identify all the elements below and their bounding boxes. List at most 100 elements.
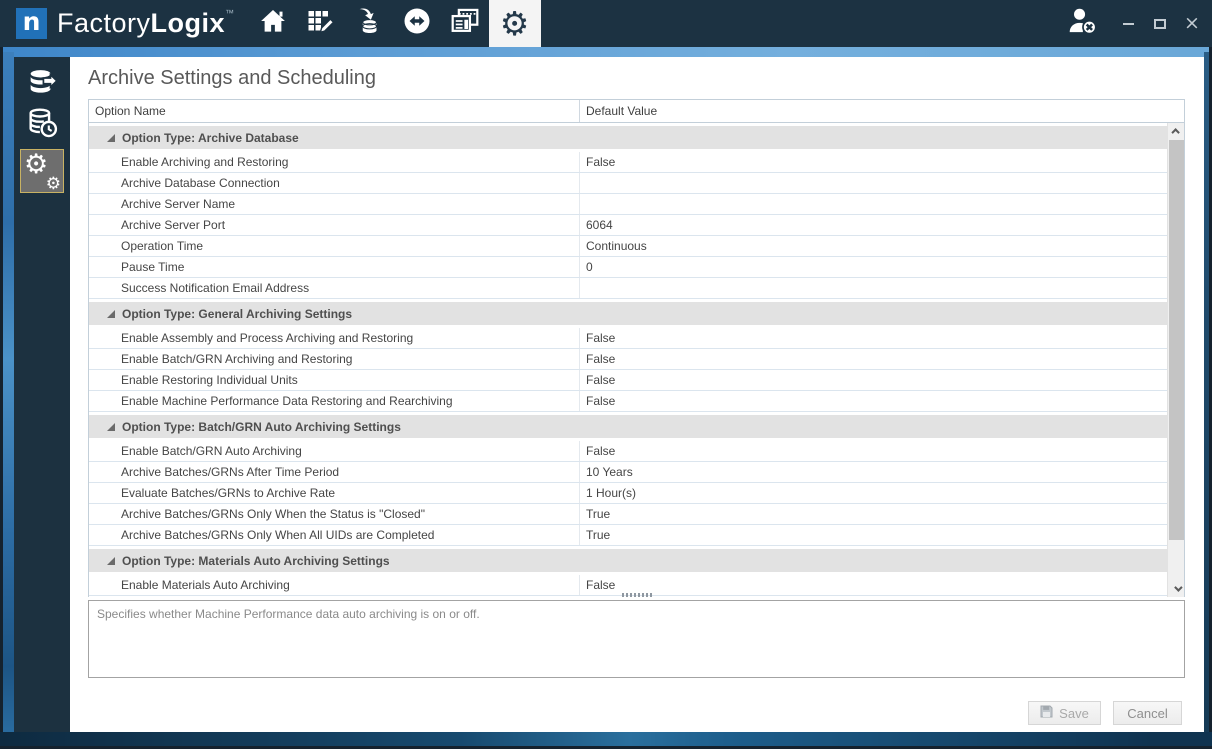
nav-reports-button[interactable] bbox=[441, 0, 489, 47]
logged-out-user-icon[interactable] bbox=[1066, 6, 1098, 41]
scroll-up-button[interactable] bbox=[1168, 123, 1185, 139]
vertical-scrollbar[interactable] bbox=[1167, 123, 1184, 597]
option-row[interactable]: Archive Database Connection bbox=[89, 173, 1168, 194]
cancel-button[interactable]: Cancel bbox=[1113, 701, 1182, 725]
group-header-row[interactable]: Option Type: Archive Database bbox=[89, 126, 1168, 149]
option-row[interactable]: Archive Server Name bbox=[89, 194, 1168, 215]
collapse-triangle-icon[interactable] bbox=[107, 557, 115, 565]
archive-database-icon bbox=[354, 6, 384, 41]
close-button[interactable]: × bbox=[1180, 9, 1204, 39]
option-row[interactable]: Success Notification Email Address bbox=[89, 278, 1168, 299]
option-name-cell: Archive Batches/GRNs Only When the Statu… bbox=[89, 504, 580, 524]
group-header-row[interactable]: Option Type: General Archiving Settings bbox=[89, 302, 1168, 325]
option-value-cell: 1 Hour(s) bbox=[580, 483, 1168, 503]
option-value-cell: False bbox=[580, 328, 1168, 348]
accent-strip bbox=[3, 47, 1209, 57]
option-value-cell bbox=[580, 194, 1168, 214]
option-description-text: Specifies whether Machine Performance da… bbox=[89, 601, 1184, 627]
option-name-cell: Enable Batch/GRN Archiving and Restoring bbox=[89, 349, 580, 369]
column-header-option-name[interactable]: Option Name bbox=[89, 100, 580, 122]
grid-viewport: Option Type: Archive Database Enable Arch… bbox=[89, 123, 1168, 597]
option-row[interactable]: Enable Assembly and Process Archiving an… bbox=[89, 328, 1168, 349]
minimize-icon bbox=[1123, 23, 1134, 25]
option-name-cell: Enable Assembly and Process Archiving an… bbox=[89, 328, 580, 348]
group-header-label: Option Type: Batch/GRN Auto Archiving Se… bbox=[122, 420, 401, 434]
nav-work-instructions-button[interactable] bbox=[297, 0, 345, 47]
work-instructions-icon bbox=[306, 6, 336, 41]
option-row[interactable]: Archive Batches/GRNs After Time Period10… bbox=[89, 462, 1168, 483]
sidebar-item-archive-settings[interactable]: ⚙⚙ bbox=[20, 149, 64, 193]
option-name-cell: Enable Machine Performance Data Restorin… bbox=[89, 391, 580, 411]
options-grid-rows: Option Type: Archive Database Enable Arch… bbox=[89, 126, 1168, 596]
collapse-triangle-icon[interactable] bbox=[107, 134, 115, 142]
option-value-cell bbox=[580, 173, 1168, 193]
group-header-row[interactable]: Option Type: Materials Auto Archiving Se… bbox=[89, 549, 1168, 572]
option-value-cell: False bbox=[580, 349, 1168, 369]
home-icon bbox=[258, 6, 288, 41]
nav-settings-button[interactable]: ⚙ bbox=[489, 0, 541, 47]
option-row[interactable]: Enable Batch/GRN Archiving and Restoring… bbox=[89, 349, 1168, 370]
option-value-cell: False bbox=[580, 441, 1168, 461]
option-name-cell: Enable Archiving and Restoring bbox=[89, 152, 580, 172]
collapse-triangle-icon[interactable] bbox=[107, 423, 115, 431]
option-row[interactable]: Enable Restoring Individual UnitsFalse bbox=[89, 370, 1168, 391]
scroll-down-button[interactable] bbox=[1168, 581, 1185, 597]
option-name-cell: Evaluate Batches/GRNs to Archive Rate bbox=[89, 483, 580, 503]
option-value-cell: False bbox=[580, 575, 1168, 595]
save-button[interactable]: Save bbox=[1028, 701, 1101, 725]
group-header-row[interactable]: Option Type: Batch/GRN Auto Archiving Se… bbox=[89, 415, 1168, 438]
option-row[interactable]: Enable Batch/GRN Auto ArchivingFalse bbox=[89, 441, 1168, 462]
sidebar-item-database-export[interactable] bbox=[20, 65, 64, 105]
sidebar-item-database-schedule[interactable] bbox=[20, 105, 64, 145]
window-frame-right bbox=[1204, 52, 1209, 735]
minimize-button[interactable] bbox=[1116, 9, 1140, 39]
save-button-label: Save bbox=[1059, 706, 1089, 721]
option-row[interactable]: Operation TimeContinuous bbox=[89, 236, 1168, 257]
cancel-button-label: Cancel bbox=[1127, 706, 1167, 721]
column-header-default-value[interactable]: Default Value bbox=[580, 100, 1184, 122]
page-title: Archive Settings and Scheduling bbox=[88, 67, 376, 90]
archive-settings-gears-icon: ⚙⚙ bbox=[26, 155, 58, 187]
options-grid: Option Name Default Value Option Type: A… bbox=[88, 99, 1185, 597]
titlebar: n FactoryLogix™ bbox=[0, 0, 1212, 47]
chevron-down-icon bbox=[1174, 583, 1182, 591]
group-header-label: Option Type: Materials Auto Archiving Se… bbox=[122, 554, 390, 568]
nav-archive-database-button[interactable] bbox=[345, 0, 393, 47]
option-value-cell: False bbox=[580, 370, 1168, 390]
option-name-cell: Archive Batches/GRNs Only When All UIDs … bbox=[89, 525, 580, 545]
option-row[interactable]: Archive Batches/GRNs Only When the Statu… bbox=[89, 504, 1168, 525]
option-value-cell bbox=[580, 278, 1168, 298]
option-name-cell: Enable Batch/GRN Auto Archiving bbox=[89, 441, 580, 461]
option-row[interactable]: Pause Time0 bbox=[89, 257, 1168, 278]
group-header-label: Option Type: Archive Database bbox=[122, 131, 299, 145]
option-row[interactable]: Enable Archiving and RestoringFalse bbox=[89, 152, 1168, 173]
scrollbar-thumb[interactable] bbox=[1169, 140, 1184, 540]
option-value-cell: 6064 bbox=[580, 215, 1168, 235]
window-frame-left bbox=[3, 52, 14, 735]
brand-text: FactoryLogix™ bbox=[57, 8, 235, 39]
option-value-cell: False bbox=[580, 152, 1168, 172]
titlebar-right: × bbox=[1066, 0, 1212, 47]
option-row[interactable]: Evaluate Batches/GRNs to Archive Rate1 H… bbox=[89, 483, 1168, 504]
option-row[interactable]: Archive Server Port6064 bbox=[89, 215, 1168, 236]
chevron-up-icon bbox=[1171, 128, 1179, 136]
option-row[interactable]: Archive Batches/GRNs Only When All UIDs … bbox=[89, 525, 1168, 546]
collapse-triangle-icon[interactable] bbox=[107, 310, 115, 318]
option-value-cell: True bbox=[580, 525, 1168, 545]
option-row[interactable]: Enable Machine Performance Data Restorin… bbox=[89, 391, 1168, 412]
option-name-cell: Archive Database Connection bbox=[89, 173, 580, 193]
database-schedule-icon bbox=[25, 106, 59, 145]
nav-home-button[interactable] bbox=[249, 0, 297, 47]
settings-gear-icon: ⚙ bbox=[500, 7, 530, 40]
option-name-cell: Archive Server Port bbox=[89, 215, 580, 235]
grid-header: Option Name Default Value bbox=[89, 100, 1184, 123]
grid-splitter-handle[interactable] bbox=[622, 593, 652, 597]
maximize-button[interactable] bbox=[1148, 9, 1172, 39]
option-name-cell: Operation Time bbox=[89, 236, 580, 256]
reports-icon bbox=[449, 6, 481, 41]
main-nav: ⚙ bbox=[249, 0, 541, 47]
maximize-icon bbox=[1154, 19, 1166, 29]
nav-transfer-button[interactable] bbox=[393, 0, 441, 47]
window-frame-bottom bbox=[0, 732, 1212, 746]
brand-factory: Factory bbox=[57, 8, 151, 38]
